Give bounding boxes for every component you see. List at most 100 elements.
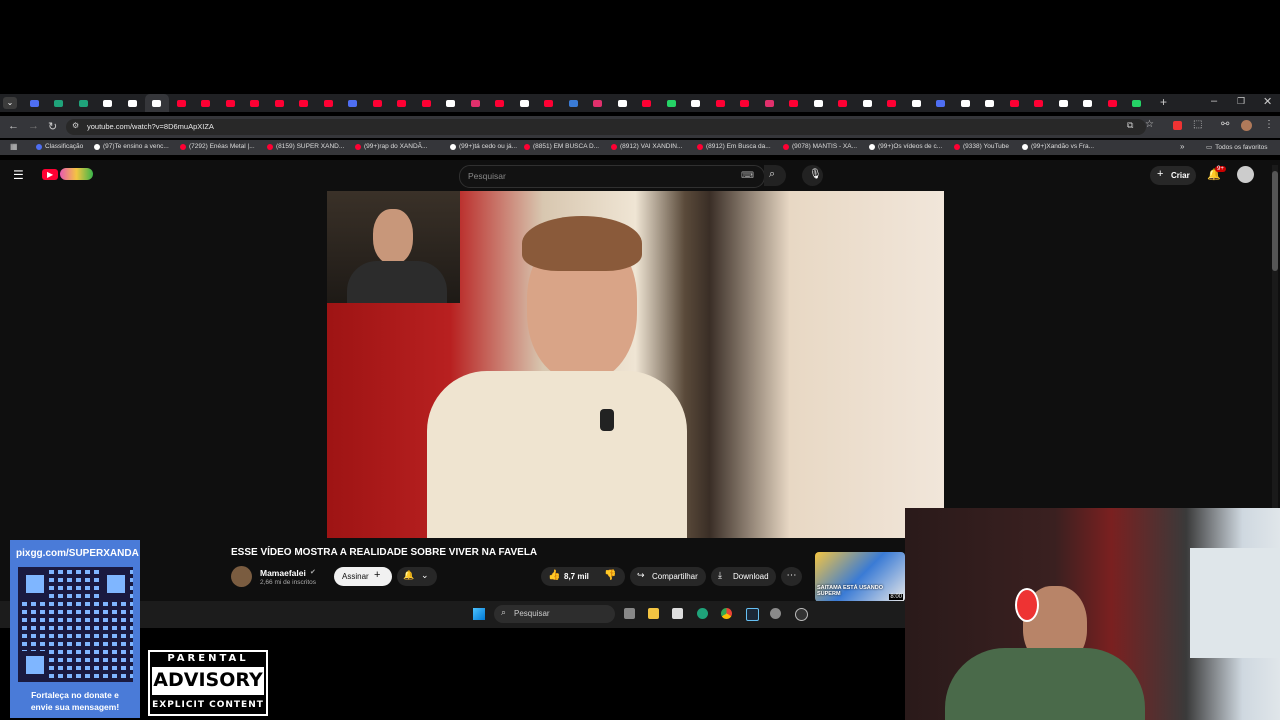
browser-tab[interactable] [316,94,341,112]
browser-tab[interactable] [855,94,880,112]
account-avatar[interactable] [1237,166,1254,183]
search-input[interactable]: Pesquisar ⌨ [459,165,765,188]
browser-tab[interactable] [390,94,415,112]
taskbar-search[interactable]: ⌕ Pesquisar [494,605,615,623]
browser-tab[interactable] [463,94,488,112]
channel-avatar[interactable] [231,566,252,587]
settings-gear-icon[interactable] [770,608,781,619]
hamburger-menu-icon[interactable]: ☰ [13,168,24,182]
browser-tab[interactable] [708,94,733,112]
browser-tab[interactable] [488,94,513,112]
tab-search-button[interactable]: ⌄ [3,97,17,109]
browser-tab[interactable] [1002,94,1027,112]
bookmark-item[interactable]: (8159) SUPER XAND... [267,143,344,150]
keyboard-icon[interactable]: ⌨ [741,170,754,181]
browser-tab[interactable] [1027,94,1052,112]
site-info-icon[interactable]: ⚙ [72,121,79,130]
bookmark-item[interactable]: (99+)rap do XANDÃ... [355,143,427,150]
bookmark-item[interactable]: Classificação [36,143,83,150]
browser-tab[interactable] [47,94,72,112]
bookmark-item[interactable]: (9338) YouTube [954,143,1009,150]
browser-tab[interactable] [1100,94,1125,112]
store-icon[interactable] [672,608,683,619]
start-button[interactable] [473,608,485,620]
share-button[interactable]: ↪ Compartilhar [630,567,706,586]
bookmark-item[interactable]: (99+)Xandão vs Fra... [1022,143,1094,150]
minimize-button[interactable]: – [1211,95,1217,107]
browser-tab[interactable] [978,94,1003,112]
bookmark-item[interactable]: (8912) VAI XANDIN... [611,143,682,150]
bookmark-item[interactable]: (97)Te ensino a venc... [94,143,169,150]
browser-tab[interactable] [904,94,929,112]
browser-tab[interactable] [782,94,807,112]
address-bar[interactable]: ⚙ youtube.com/watch?v=8D6muApXIZA [66,119,1146,135]
browser-tab[interactable] [243,94,268,112]
bookmarks-overflow-icon[interactable]: » [1180,142,1184,151]
extensions-icon[interactable]: ⚯ [1221,119,1229,130]
obs-icon[interactable] [795,608,808,621]
download-button[interactable]: ⤓ Download [711,567,776,586]
scrollbar-thumb[interactable] [1272,171,1278,271]
browser-tab[interactable] [610,94,635,112]
voice-search-button[interactable]: 🎙 [802,165,823,186]
video-player[interactable] [327,191,944,538]
bookmark-item[interactable]: (9078) MANTIS - XA... [783,143,857,150]
browser-tab[interactable] [757,94,782,112]
browser-tab[interactable] [1125,94,1150,112]
back-icon[interactable]: ← [8,120,19,132]
more-actions-button[interactable]: ⋯ [781,567,802,586]
browser-tab[interactable] [831,94,856,112]
extension-red-icon[interactable] [1173,121,1182,130]
browser-tab[interactable] [684,94,709,112]
browser-tab[interactable] [806,94,831,112]
browser-tab[interactable] [144,94,169,112]
browser-tab[interactable] [953,94,978,112]
browser-tab[interactable] [1051,94,1076,112]
browser-tab[interactable] [194,94,219,112]
browser-tab[interactable] [635,94,660,112]
browser-tab[interactable] [365,94,390,112]
browser-tab[interactable] [512,94,537,112]
notify-dropdown-button[interactable]: 🔔 ⌄ [397,567,437,586]
browser-tab[interactable] [71,94,96,112]
create-button[interactable]: + Criar [1150,166,1196,185]
forward-icon[interactable]: → [28,120,39,132]
steam-icon[interactable] [746,608,759,621]
browser-tab[interactable] [292,94,317,112]
bookmark-item[interactable]: (99+)Os vídeos de c... [869,143,942,150]
subscribe-button[interactable]: Assinar + [334,567,392,586]
file-explorer-icon[interactable] [648,608,659,619]
maximize-button[interactable]: ❐ [1237,96,1245,107]
star-icon[interactable]: ☆ [1145,119,1154,130]
like-button[interactable]: 👍 [548,570,560,581]
browser-tab[interactable] [929,94,954,112]
reload-icon[interactable]: ↻ [48,120,57,133]
apps-grid-icon[interactable]: ▦ [10,142,18,151]
bookmark-item[interactable]: (7292) Enéas Metal |... [180,143,255,150]
search-button[interactable]: ⌕ [764,165,786,186]
browser-tab[interactable] [218,94,243,112]
all-bookmarks-folder[interactable]: ▭ Todos os favoritos [1206,143,1268,152]
browser-tab[interactable] [267,94,292,112]
dislike-button[interactable]: 👎 [604,570,616,581]
browser-tab[interactable] [880,94,905,112]
profile-avatar[interactable] [1241,120,1252,131]
install-icon[interactable]: ⧉ [1127,120,1133,131]
browser-tab[interactable] [659,94,684,112]
bookmark-item[interactable]: (8851) EM BUSCA D... [524,143,599,150]
bookmark-item[interactable]: (99+)tá cedo ou já... [450,143,517,150]
browser-tab[interactable] [414,94,439,112]
edge-icon[interactable] [697,608,708,619]
browser-tab[interactable] [537,94,562,112]
browser-tab[interactable] [439,94,464,112]
task-view-icon[interactable] [624,608,635,619]
menu-kebab-icon[interactable]: ⋮ [1264,119,1274,130]
browser-tab[interactable] [561,94,586,112]
youtube-logo[interactable]: ▶ [42,169,58,180]
browser-tab[interactable] [1076,94,1101,112]
extension-blue-icon[interactable]: ⬚ [1193,119,1202,130]
browser-tab[interactable] [586,94,611,112]
close-window-button[interactable]: ✕ [1263,95,1272,108]
bookmark-item[interactable]: (8912) Em Busca da... [697,143,771,150]
browser-tab[interactable] [169,94,194,112]
